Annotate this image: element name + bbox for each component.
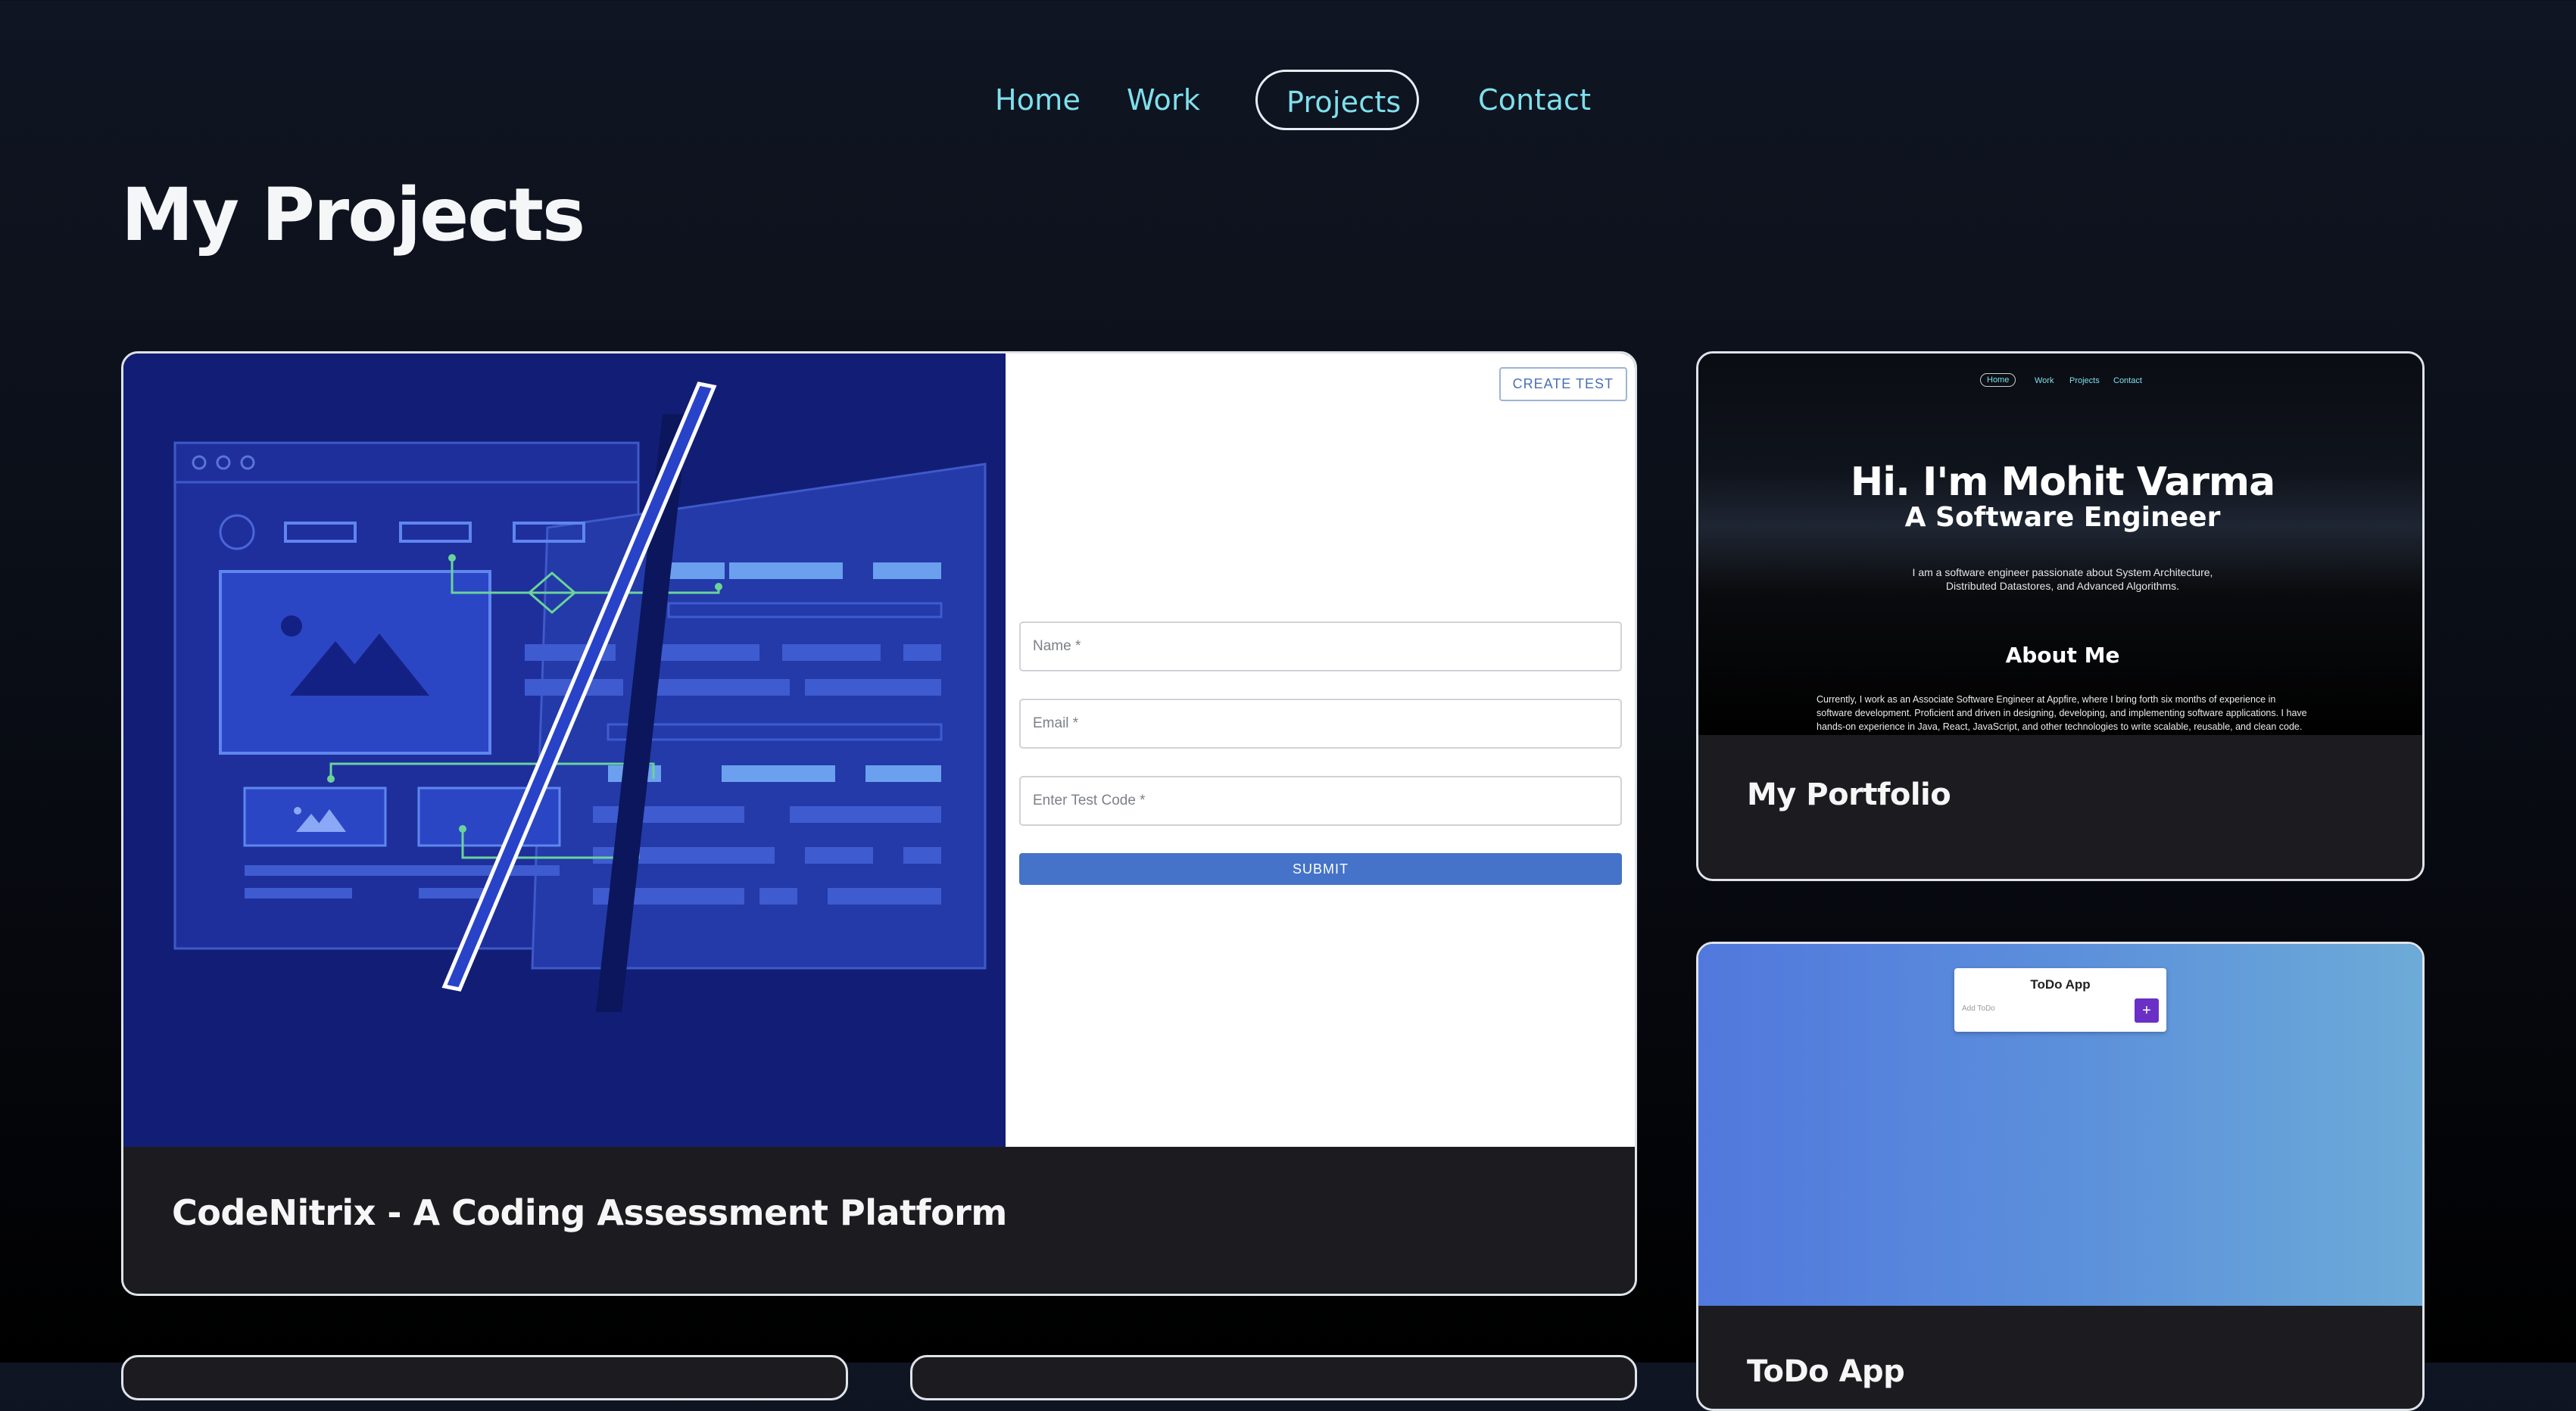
portfolio-headline: Hi. I'm Mohit Varma [1850,459,2275,505]
project-title-bar: CodeNitrix - A Coding Assessment Platfor… [123,1147,1635,1294]
codenitrix-form-preview: CREATE TEST Name * Email * Enter Test Co… [1006,354,1635,1151]
mini-nav-home: Home [1980,373,2016,387]
project-card-codenitrix[interactable]: CREATE TEST Name * Email * Enter Test Co… [121,351,1637,1296]
nav-contact-link[interactable]: Contact [1478,70,1591,130]
mini-nav-work: Work [2035,376,2054,385]
mini-nav-contact: Contact [2113,376,2142,385]
project-title-bar: My Portfolio [1698,735,2422,879]
todo-input[interactable]: Add ToDo [1962,1005,1995,1013]
nav-home-link[interactable]: Home [995,70,1081,130]
portfolio-intro: I am a software engineer passionate abou… [1912,566,2213,592]
email-field[interactable]: Email * [1019,699,1622,749]
todo-app-title: ToDo App [2030,977,2091,992]
portfolio-subheadline: A Software Engineer [1904,502,2221,533]
portfolio-preview: Home Work Projects Contact Hi. I'm Mohit… [1698,354,2422,740]
mini-nav-projects: Projects [2069,376,2100,385]
project-card-portfolio[interactable]: Home Work Projects Contact Hi. I'm Mohit… [1696,351,2425,881]
portfolio-about-title: About Me [2005,643,2120,668]
codenitrix-illustration [123,354,1006,1151]
todo-widget: ToDo App Add ToDo + [1954,968,2166,1032]
nav-projects-link[interactable]: Projects [1255,70,1419,130]
name-field[interactable]: Name * [1019,621,1622,671]
project-card-todo[interactable]: ToDo App Add ToDo + ToDo App [1696,942,2425,1411]
create-test-button[interactable]: CREATE TEST [1499,367,1627,401]
project-title: My Portfolio [1747,777,1951,812]
page-title: My Projects [121,173,585,257]
todo-add-button[interactable]: + [2135,998,2159,1023]
project-title: CodeNitrix - A Coding Assessment Platfor… [172,1192,1007,1233]
todo-preview: ToDo App Add ToDo + [1698,944,2422,1306]
portfolio-about-body: Currently, I work as an Associate Softwa… [1817,694,2307,732]
project-title: ToDo App [1747,1354,1905,1389]
nav-work-link[interactable]: Work [1127,70,1200,130]
illustration-graphic [173,382,987,1012]
test-code-field[interactable]: Enter Test Code * [1019,776,1622,826]
submit-button[interactable]: SUBMIT [1019,853,1622,885]
project-card-partial[interactable] [910,1355,1637,1400]
project-card-partial[interactable] [121,1355,848,1400]
project-title-bar: ToDo App [1698,1306,2422,1409]
